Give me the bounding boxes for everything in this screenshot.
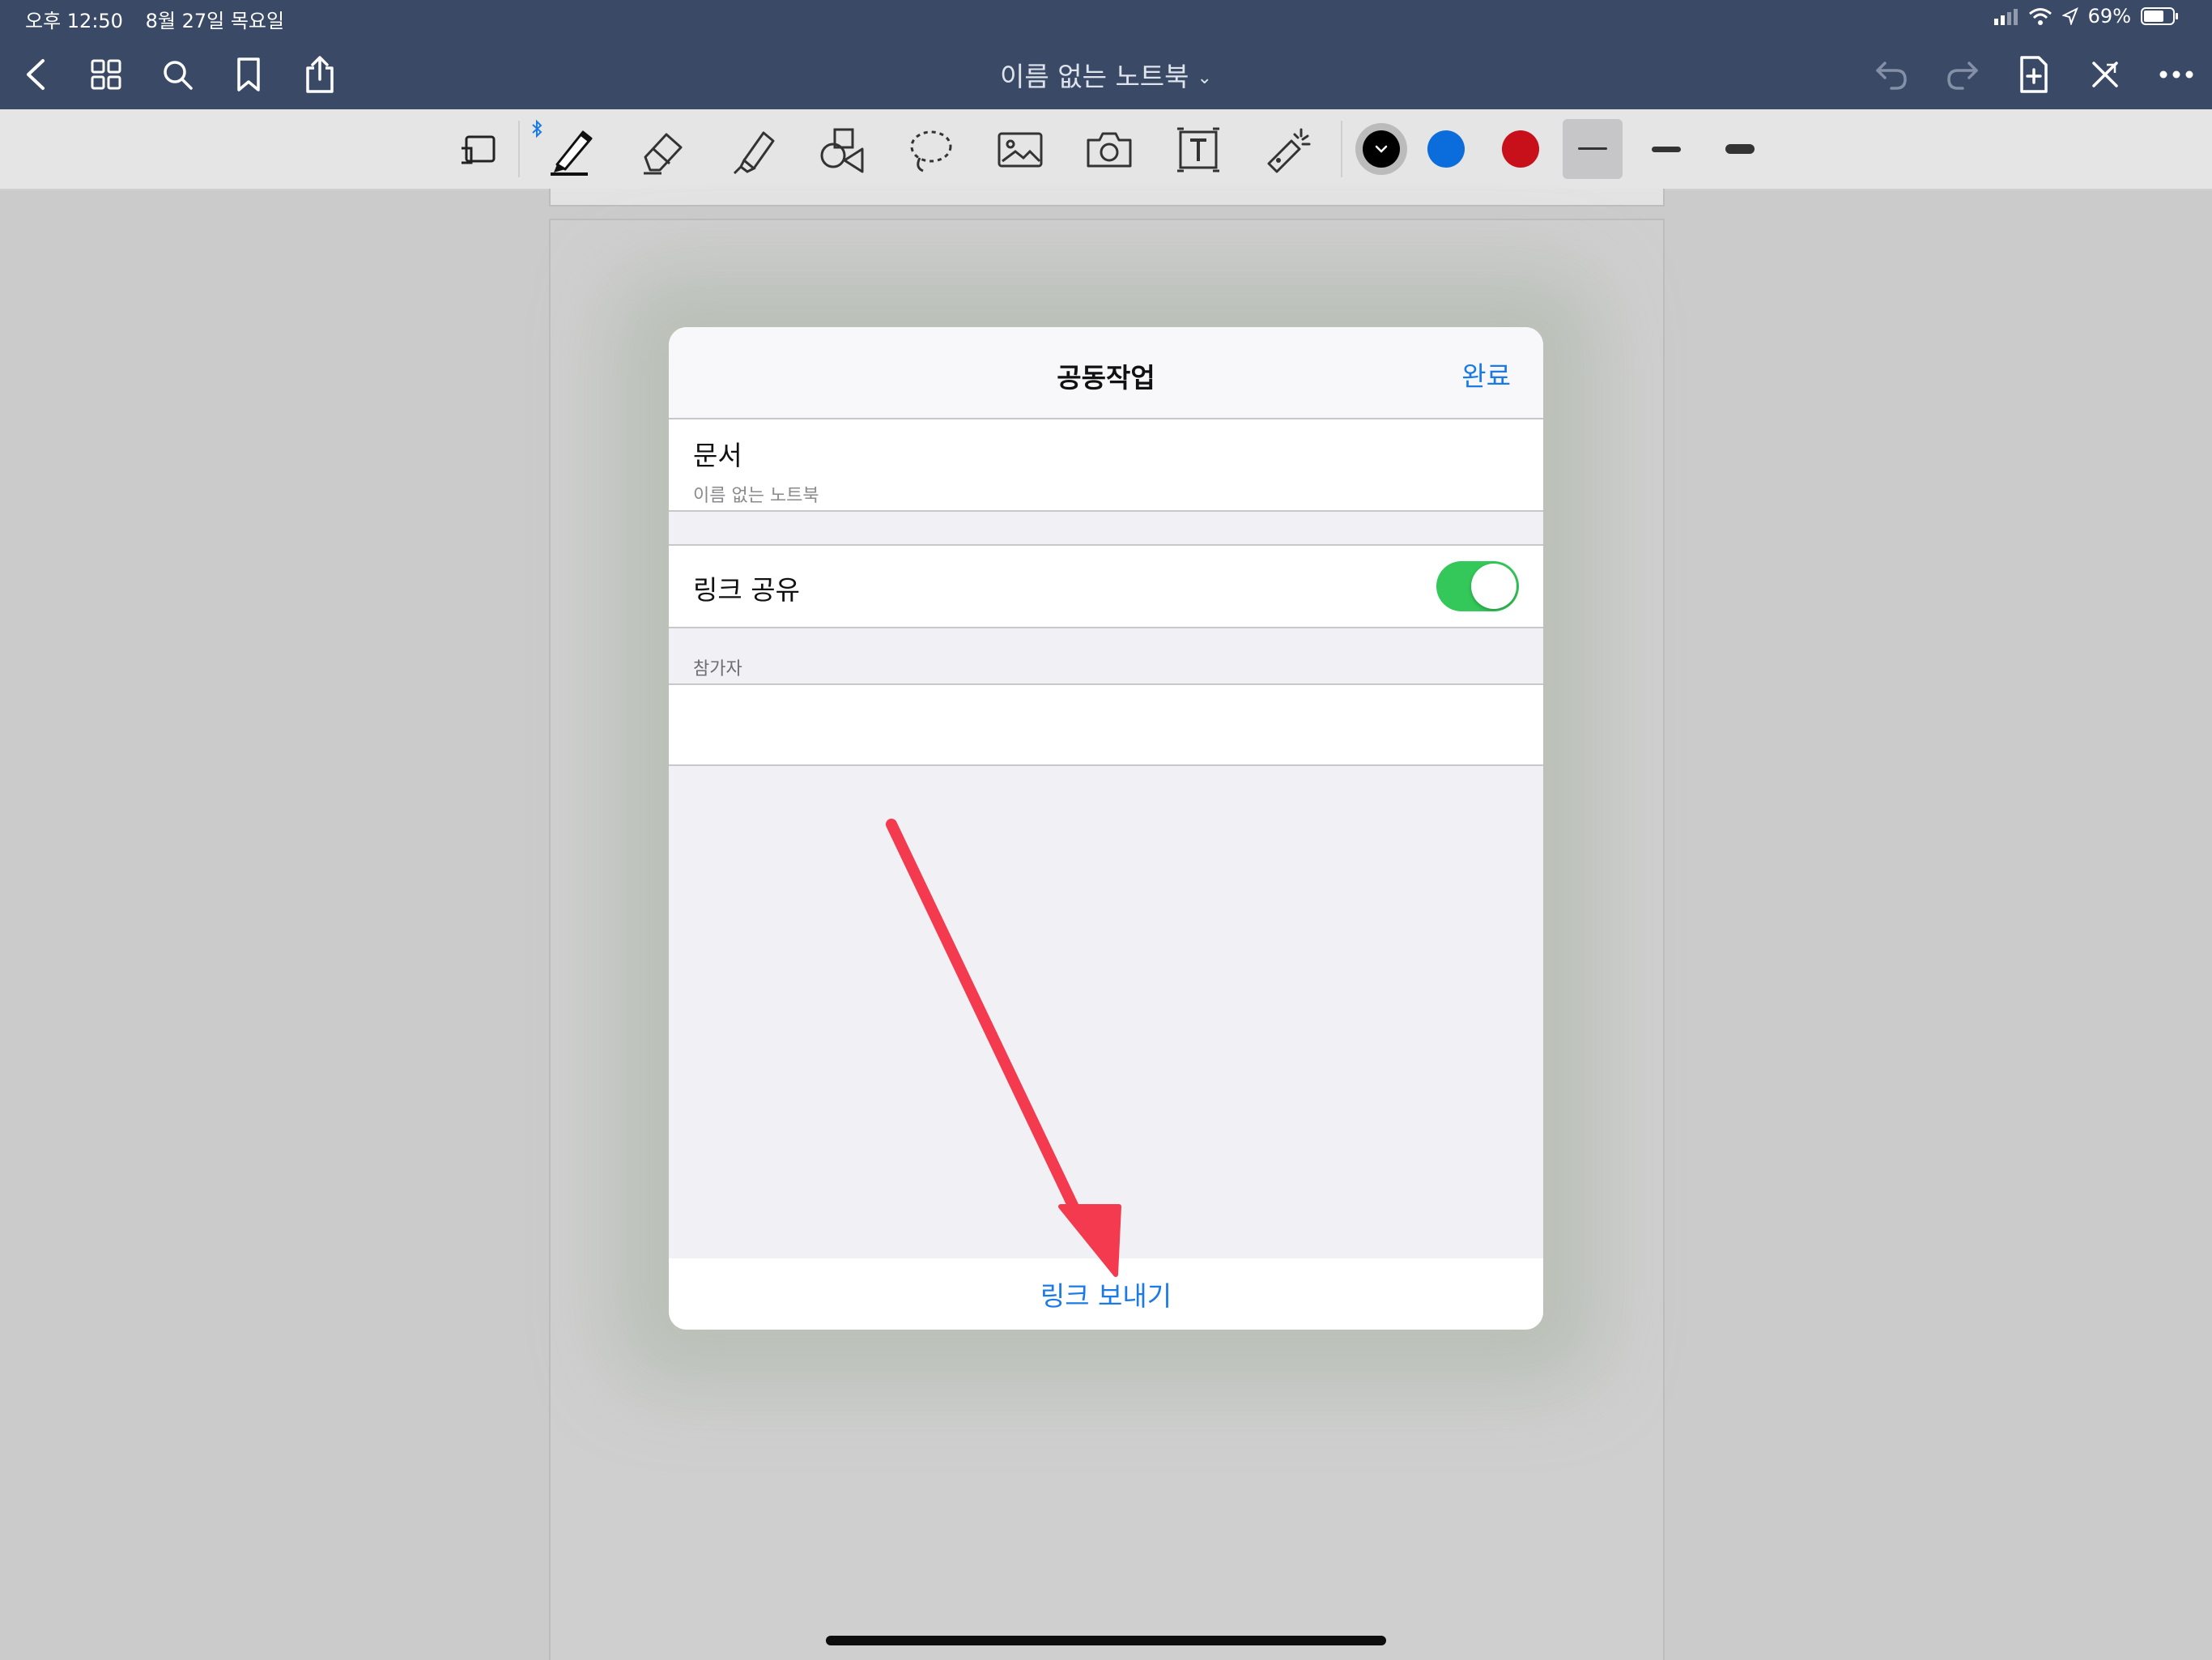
home-indicator[interactable] — [826, 1636, 1386, 1645]
annotation-arrow — [886, 819, 1121, 1277]
